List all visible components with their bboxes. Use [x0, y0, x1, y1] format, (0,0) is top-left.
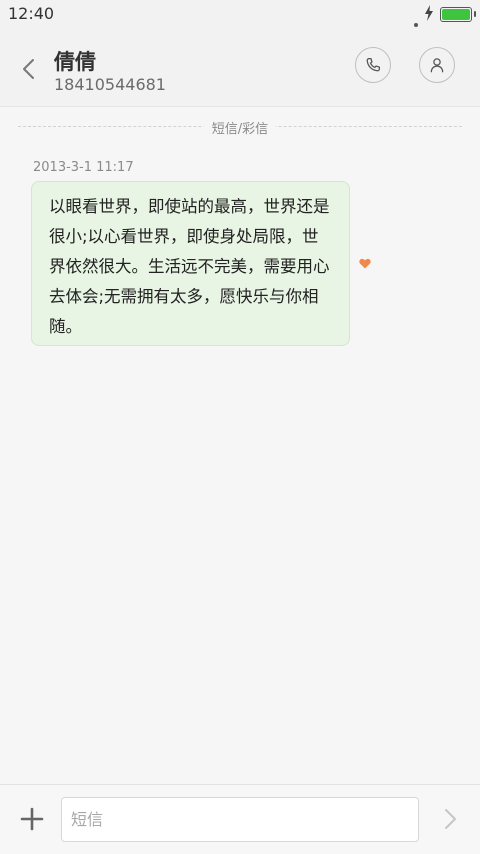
- send-button[interactable]: [440, 807, 462, 831]
- plus-icon: [20, 807, 44, 831]
- contact-profile-button[interactable]: [419, 47, 455, 83]
- contact-name: 倩倩: [54, 50, 96, 74]
- status-bar: 12:40: [0, 0, 480, 65]
- add-attachment-button[interactable]: [19, 806, 45, 832]
- back-button[interactable]: [14, 54, 44, 84]
- chevron-right-icon: [445, 809, 456, 829]
- divider-label: 短信/彩信: [203, 118, 277, 137]
- message-bubble[interactable]: 以眼看世界，即使站的最高，世界还是很小;以心看世界，即使身处局限，世界依然很大。…: [31, 181, 350, 346]
- message-type-divider: 短信/彩信: [18, 118, 462, 137]
- phone-icon: [366, 57, 381, 72]
- message-timestamp: 2013-3-1 11:17: [33, 160, 134, 175]
- composer-bar: [0, 784, 480, 854]
- message-input[interactable]: [61, 797, 419, 842]
- call-button[interactable]: [355, 47, 391, 83]
- status-time: 12:40: [8, 4, 55, 23]
- charging-icon: [425, 5, 433, 21]
- contact-number: 18410544681: [54, 75, 166, 94]
- conversation-header: 倩倩 18410544681: [0, 28, 480, 107]
- battery-icon: [440, 7, 476, 22]
- chevron-left-icon: [23, 59, 34, 79]
- person-icon: [430, 58, 444, 73]
- heart-icon[interactable]: [359, 258, 371, 269]
